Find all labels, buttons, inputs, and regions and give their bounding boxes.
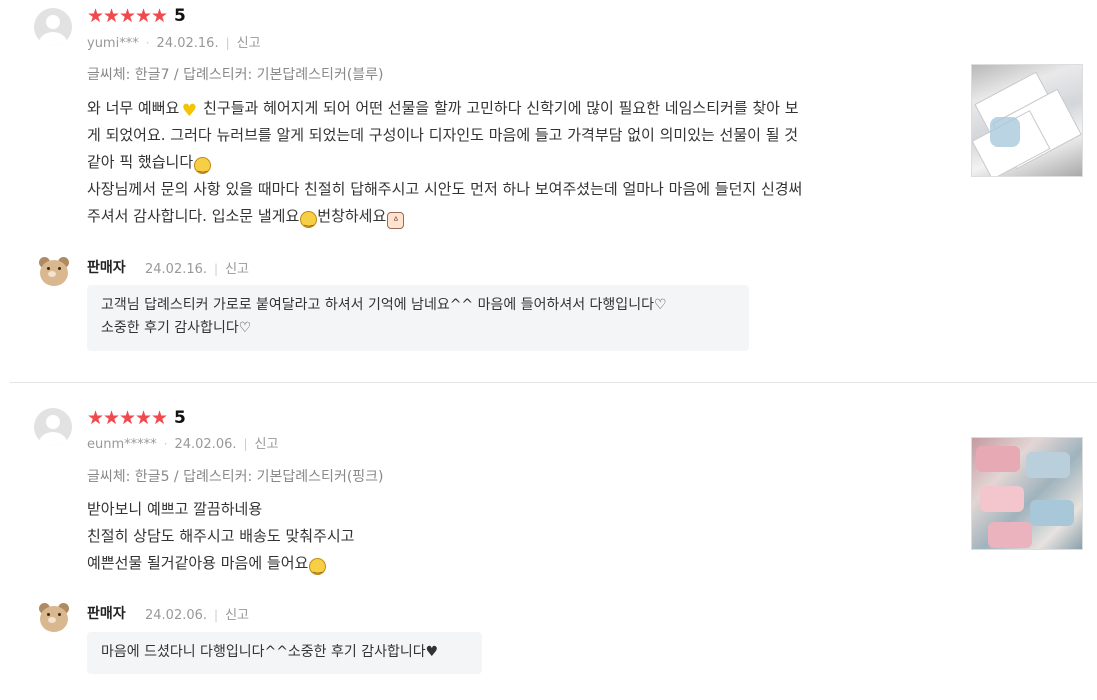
user-avatar-icon: [34, 8, 72, 46]
review-date: 24.02.16.: [156, 36, 219, 51]
purchase-option: 글씨체: 한글7 / 답례스티커: 기본답례스티커(블루): [87, 67, 384, 83]
star-rating: ★ ★ ★ ★ ★ 5: [87, 407, 186, 429]
purchase-option: 글씨체: 한글5 / 답례스티커: 기본답례스티커(핑크): [87, 469, 384, 485]
review-photo-thumbnail[interactable]: [971, 437, 1083, 550]
review-date: 24.02.06.: [174, 437, 237, 452]
reply-date: 24.02.06.: [145, 608, 208, 623]
smiling-face-emoji: [309, 558, 327, 575]
star-icon: ★: [151, 5, 169, 27]
review-divider: [10, 382, 1097, 383]
rating-score: 5: [174, 408, 186, 428]
review-body: 받아보니 예쁘고 깔끔하네용 친절히 상담도 해주시고 배송도 맞춰주시고 예쁜…: [87, 496, 927, 577]
seller-label: 판매자: [87, 606, 126, 622]
reply-date: 24.02.16.: [145, 262, 208, 277]
review-photo-thumbnail[interactable]: [971, 64, 1083, 177]
smiling-face-emoji: [194, 157, 212, 174]
star-icon: ★: [135, 5, 153, 27]
star-icon: ★: [135, 407, 153, 429]
user-avatar-icon: [34, 408, 72, 446]
star-icon: ★: [87, 5, 105, 27]
review-meta: eunm***** · 24.02.06. | 신고: [87, 437, 279, 452]
reviewer-name: eunm*****: [87, 437, 157, 452]
report-button[interactable]: 신고: [255, 437, 279, 452]
star-icon: ★: [119, 5, 137, 27]
report-button[interactable]: 신고: [225, 608, 249, 623]
seller-reply-meta: 24.02.06. | 신고: [145, 608, 249, 623]
seller-reply-bubble: 마음에 드셨다니 다행입니다^^소중한 후기 감사합니다♥: [87, 632, 482, 674]
star-icon: ★: [103, 5, 121, 27]
rating-score: 5: [174, 6, 186, 26]
star-icon: ★: [119, 407, 137, 429]
seller-avatar-icon: [38, 602, 70, 634]
seller-reply-bubble: 고객님 답례스티커 가로로 붙여달라고 하셔서 기억에 남네요^^ 마음에 들어…: [87, 285, 749, 351]
report-button[interactable]: 신고: [237, 36, 261, 51]
star-icon: ★: [87, 407, 105, 429]
review-body: 와 너무 예뻐요 ♥ 친구들과 헤어지게 되어 어떤 선물을 할까 고민하다 신학…: [87, 95, 927, 230]
smiling-face-emoji: [300, 211, 318, 228]
raising-hands-emoji: ᐞ: [387, 212, 405, 229]
report-button[interactable]: 신고: [225, 262, 249, 277]
star-icon: ★: [103, 407, 121, 429]
seller-label: 판매자: [87, 260, 126, 276]
seller-reply-meta: 24.02.16. | 신고: [145, 262, 249, 277]
seller-avatar-icon: [38, 256, 70, 288]
star-icon: ★: [151, 407, 169, 429]
star-rating: ★ ★ ★ ★ ★ 5: [87, 5, 186, 27]
reviewer-name: yumi***: [87, 36, 139, 51]
review-item: ★ ★ ★ ★ ★ 5 yumi*** · 24.02.16. | 신고 글씨체: 한글…: [0, 0, 1097, 383]
review-meta: yumi*** · 24.02.16. | 신고: [87, 36, 261, 51]
review-item: ★ ★ ★ ★ ★ 5 eunm***** · 24.02.06. | 신고 글씨체: …: [0, 384, 1097, 700]
yellow-heart-emoji: ♥: [181, 101, 197, 121]
